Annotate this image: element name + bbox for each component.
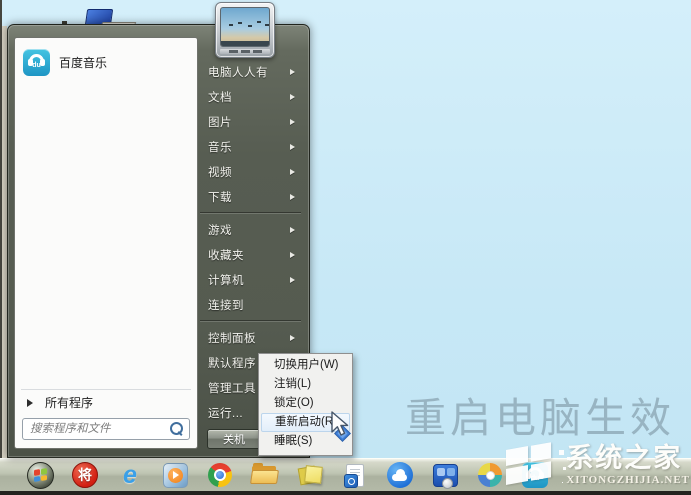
document-icon [344,463,364,488]
taskbar-item-explorer[interactable] [250,461,279,489]
birds-decoration [229,24,233,26]
cloud-app-icon [387,462,413,488]
menu-item-username[interactable]: 电脑人人有 [198,59,303,84]
brand-name: 系统之家 [566,443,683,473]
taskbar-item-sticky-notes[interactable] [296,461,324,489]
menu-separator [200,212,301,214]
windows-logo-icon [26,461,54,489]
shutdown-button[interactable]: 关机 [207,429,261,449]
submenu-arrow-icon [290,193,295,200]
picture-frame-base [220,49,270,54]
pinwheel-icon [478,463,502,487]
taskbar-item-system-tool[interactable] [431,461,459,489]
taskbar-item-media-player[interactable] [161,461,189,489]
pinned-item-baidu-music[interactable]: du 百度音乐 [15,38,197,83]
submenu-arrow-icon [290,334,295,341]
restart-effect-watermark: 重启电脑生效 [405,395,675,441]
left-panel-spacer [15,83,197,389]
submenu-item-switch-user[interactable]: 切换用户(W) [261,356,350,375]
folder-icon [250,462,279,485]
arrow-right-icon [27,398,33,407]
all-programs-label: 所有程序 [45,396,94,410]
submenu-arrow-icon [290,168,295,175]
brand-watermark: 系统之家 XITONGZHIJIA.NET [504,442,690,489]
internet-explorer-icon: e [123,460,137,489]
submenu-arrow-icon [290,276,295,283]
chrome-icon [208,463,232,487]
submenu-arrow-icon [290,226,295,233]
taskbar-item-chrome[interactable] [206,461,234,489]
search-input[interactable] [22,418,190,440]
mouse-cursor [331,411,351,442]
taskbar-item-pinwheel-app[interactable] [476,461,504,489]
taskbar-item-cloud-app[interactable] [386,461,414,489]
brand-text: 系统之家 XITONGZHIJIA.NET [566,445,690,486]
menu-item-computer[interactable]: 计算机 [198,267,303,292]
user-picture-image [220,7,270,47]
menu-item-documents[interactable]: 文档 [198,84,303,109]
baidu-music-icon: du [23,48,50,76]
taskbar-item-jj-game[interactable]: 将 [71,461,99,489]
start-menu-left-panel: du 百度音乐 所有程序 [14,37,198,449]
picture-bottom-bar [221,41,269,46]
menu-item-control-panel[interactable]: 控制面板 [198,325,303,350]
user-picture[interactable] [215,2,275,58]
menu-separator [200,320,301,322]
xitongzhijia-logo-icon [504,442,565,489]
system-tool-icon [432,463,458,489]
menu-item-games[interactable]: 游戏 [198,217,303,242]
taskbar-item-wps-document[interactable] [341,461,369,489]
sticky-notes-icon [297,464,323,486]
submenu-arrow-icon [290,68,295,75]
menu-item-connect-to[interactable]: 连接到 [198,292,303,317]
submenu-item-log-off[interactable]: 注销(L) [261,375,350,394]
submenu-arrow-icon [290,118,295,125]
jj-game-icon: 将 [72,462,98,488]
icon-glyph: du [32,61,41,69]
all-programs-button[interactable]: 所有程序 [15,390,197,415]
menu-item-music[interactable]: 音乐 [198,134,303,159]
search-icon [170,422,183,435]
submenu-arrow-icon [290,143,295,150]
taskbar-item-internet-explorer[interactable]: e [116,461,144,489]
menu-item-favorites[interactable]: 收藏夹 [198,242,303,267]
menu-item-downloads[interactable]: 下载 [198,184,303,209]
start-button[interactable] [26,461,54,489]
submenu-arrow-icon [290,251,295,258]
submenu-arrow-icon [290,93,295,100]
media-player-icon [162,462,188,488]
menu-item-pictures[interactable]: 图片 [198,109,303,134]
brand-url: XITONGZHIJIA.NET [566,474,690,486]
screen-bottom-edge [0,491,691,495]
pinned-item-label: 百度音乐 [59,55,108,70]
search-row [15,415,197,448]
menu-item-videos[interactable]: 视频 [198,159,303,184]
